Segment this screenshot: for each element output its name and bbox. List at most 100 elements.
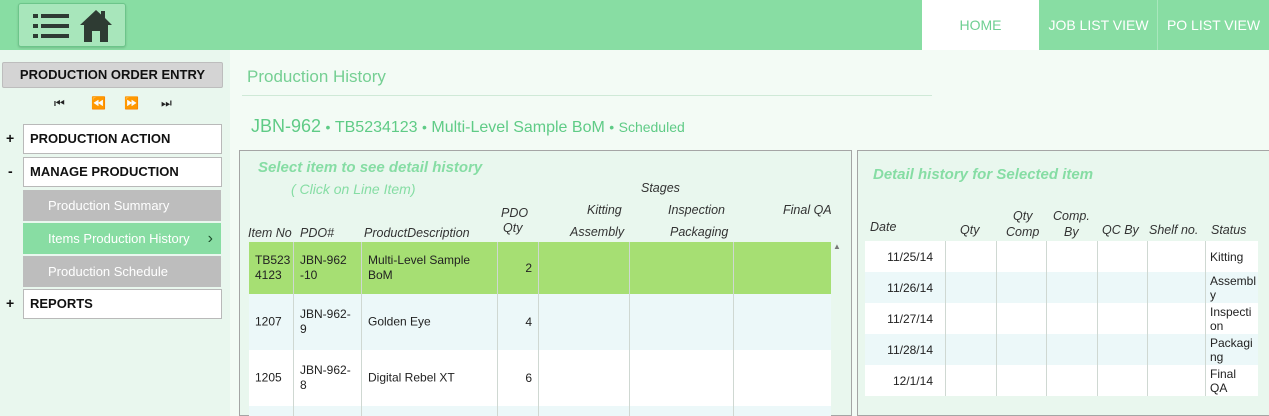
expand-production-action-icon[interactable]: +	[6, 130, 14, 146]
qty-comp-cell	[997, 365, 1047, 396]
stage-cell	[630, 406, 734, 416]
comp-by-cell	[1047, 303, 1098, 334]
collapse-manage-production-icon[interactable]: -	[8, 163, 13, 179]
stage-cell	[630, 242, 734, 294]
sidebar-item-production-action[interactable]: PRODUCTION ACTION	[23, 124, 222, 154]
qc-by-cell	[1098, 303, 1148, 334]
table-row[interactable]: 11/28/14 Packagi ng	[865, 334, 1258, 365]
next-record-icon[interactable]: ⏩	[124, 96, 139, 110]
table-row[interactable]: 11/25/14 Kitting	[865, 241, 1258, 272]
shelf-cell	[1148, 241, 1206, 272]
column-header-inspection: Inspection	[668, 203, 725, 217]
bullet: •	[325, 119, 331, 135]
list-icon[interactable]	[33, 12, 71, 40]
detail-history-table: 11/25/14 Kitting 11/26/14 Assembl y 11/2…	[865, 241, 1258, 396]
date-cell: 12/1/14	[865, 365, 946, 396]
column-header-item-no: Item No	[248, 226, 292, 240]
sidebar-item-label: Items Production History	[48, 231, 190, 246]
sidebar-item-manage-production[interactable]: MANAGE PRODUCTION	[23, 157, 222, 187]
chevron-right-icon: ›	[207, 230, 213, 247]
tab-po-list-view[interactable]: PO LIST VIEW	[1158, 0, 1269, 50]
stage-cell	[630, 294, 734, 350]
item-table-scrollbar[interactable]: ▲	[832, 242, 842, 416]
shelf-cell	[1148, 303, 1206, 334]
status-cell: Final QA	[1210, 366, 1237, 395]
stage-cell	[734, 406, 831, 416]
table-row[interactable]: 1205 JBN-962-8 Digital Rebel XT 6	[249, 350, 831, 406]
home-icon[interactable]	[78, 8, 114, 44]
job-status: Scheduled	[618, 119, 685, 135]
stage-cell	[630, 350, 734, 406]
qc-by-cell	[1098, 241, 1148, 272]
table-row[interactable]: TB523 4123 JBN-962 -10 Multi-Level Sampl…	[249, 242, 831, 294]
pdo-cell: JBN-962 -10	[294, 242, 362, 294]
page-title: Production History	[247, 67, 386, 86]
qty-cell: 2	[498, 242, 539, 294]
stage-cell	[539, 406, 630, 416]
shelf-cell	[1148, 334, 1206, 365]
column-header-status: Status	[1211, 223, 1247, 237]
description-cell	[362, 406, 498, 416]
table-row[interactable]: 1207 JBN-962-9 Golden Eye 4	[249, 294, 831, 350]
item-no-cell	[249, 406, 294, 416]
pdo-cell	[294, 406, 362, 416]
menu-home-toggle[interactable]	[18, 3, 126, 47]
sidebar: PRODUCTION ORDER ENTRY ⏮ ⏪ ⏩ ⏭ + PRODUCT…	[0, 50, 230, 416]
previous-record-icon[interactable]: ⏪	[91, 96, 106, 110]
first-record-icon[interactable]: ⏮	[54, 96, 65, 111]
column-header-pdo-qty: PDO	[501, 206, 529, 220]
stage-cell	[734, 350, 831, 406]
item-no-cell: 1205	[249, 350, 294, 406]
stage-cell	[539, 294, 630, 350]
item-table: TB523 4123 JBN-962 -10 Multi-Level Sampl…	[249, 242, 831, 416]
table-row[interactable]: 11/26/14 Assembl y	[865, 272, 1258, 303]
item-list-title: Select item to see detail history	[258, 159, 483, 176]
comp-by-cell	[1047, 334, 1098, 365]
qc-by-cell	[1098, 365, 1148, 396]
tab-home[interactable]: HOME	[922, 0, 1039, 50]
date-cell: 11/27/14	[865, 303, 946, 334]
qty-comp-cell	[997, 241, 1047, 272]
column-header-qty-comp: Comp	[1006, 225, 1040, 239]
job-summary: JBN-962 • TB5234123 • Multi-Level Sample…	[251, 116, 685, 137]
job-reference: TB5234123	[334, 119, 418, 136]
scroll-up-icon[interactable]: ▲	[833, 242, 841, 251]
status-cell: Packagi ng	[1210, 335, 1253, 364]
column-header-pdo-qty: Qty	[503, 221, 523, 235]
comp-by-cell	[1047, 365, 1098, 396]
sidebar-item-production-schedule[interactable]: Production Schedule	[23, 256, 221, 287]
pdo-cell: JBN-962-9	[294, 294, 362, 350]
item-no-cell: TB523 4123	[249, 242, 294, 294]
sidebar-item-reports[interactable]: REPORTS	[23, 289, 222, 319]
column-header-qty: Qty	[960, 223, 980, 237]
table-row[interactable]	[249, 406, 831, 416]
job-description: Multi-Level Sample BoM	[431, 119, 605, 136]
description-cell: Digital Rebel XT	[362, 350, 498, 406]
qty-cell	[946, 334, 997, 365]
comp-by-cell	[1047, 241, 1098, 272]
last-record-icon[interactable]: ⏭	[161, 96, 172, 111]
column-header-packaging: Packaging	[670, 225, 729, 239]
top-bar: HOME JOB LIST VIEW PO LIST VIEW	[0, 0, 1269, 50]
column-header-qc-by: QC By	[1102, 223, 1139, 237]
date-cell: 11/28/14	[865, 334, 946, 365]
column-header-comp-by: Comp.	[1053, 209, 1090, 223]
column-header-pdo: PDO#	[300, 226, 335, 240]
shelf-cell	[1148, 272, 1206, 303]
stage-cell	[734, 242, 831, 294]
table-row[interactable]: 11/27/14 Inspecti on	[865, 303, 1258, 334]
sidebar-item-items-production-history[interactable]: Items Production History ›	[23, 223, 221, 254]
expand-reports-icon[interactable]: +	[6, 295, 14, 311]
table-row[interactable]: 12/1/14 Final QA	[865, 365, 1258, 396]
qty-comp-cell	[997, 303, 1047, 334]
item-no-cell: 1207	[249, 294, 294, 350]
qty-cell	[946, 272, 997, 303]
tab-job-list-view[interactable]: JOB LIST VIEW	[1039, 0, 1158, 50]
qty-cell	[946, 303, 997, 334]
column-header-kitting: Kitting	[587, 203, 622, 217]
bullet: •	[609, 119, 615, 135]
bullet: •	[422, 119, 427, 135]
description-cell: Golden Eye	[362, 294, 498, 350]
description-cell: Multi-Level Sample BoM	[362, 242, 498, 294]
sidebar-item-production-summary[interactable]: Production Summary	[23, 190, 221, 221]
